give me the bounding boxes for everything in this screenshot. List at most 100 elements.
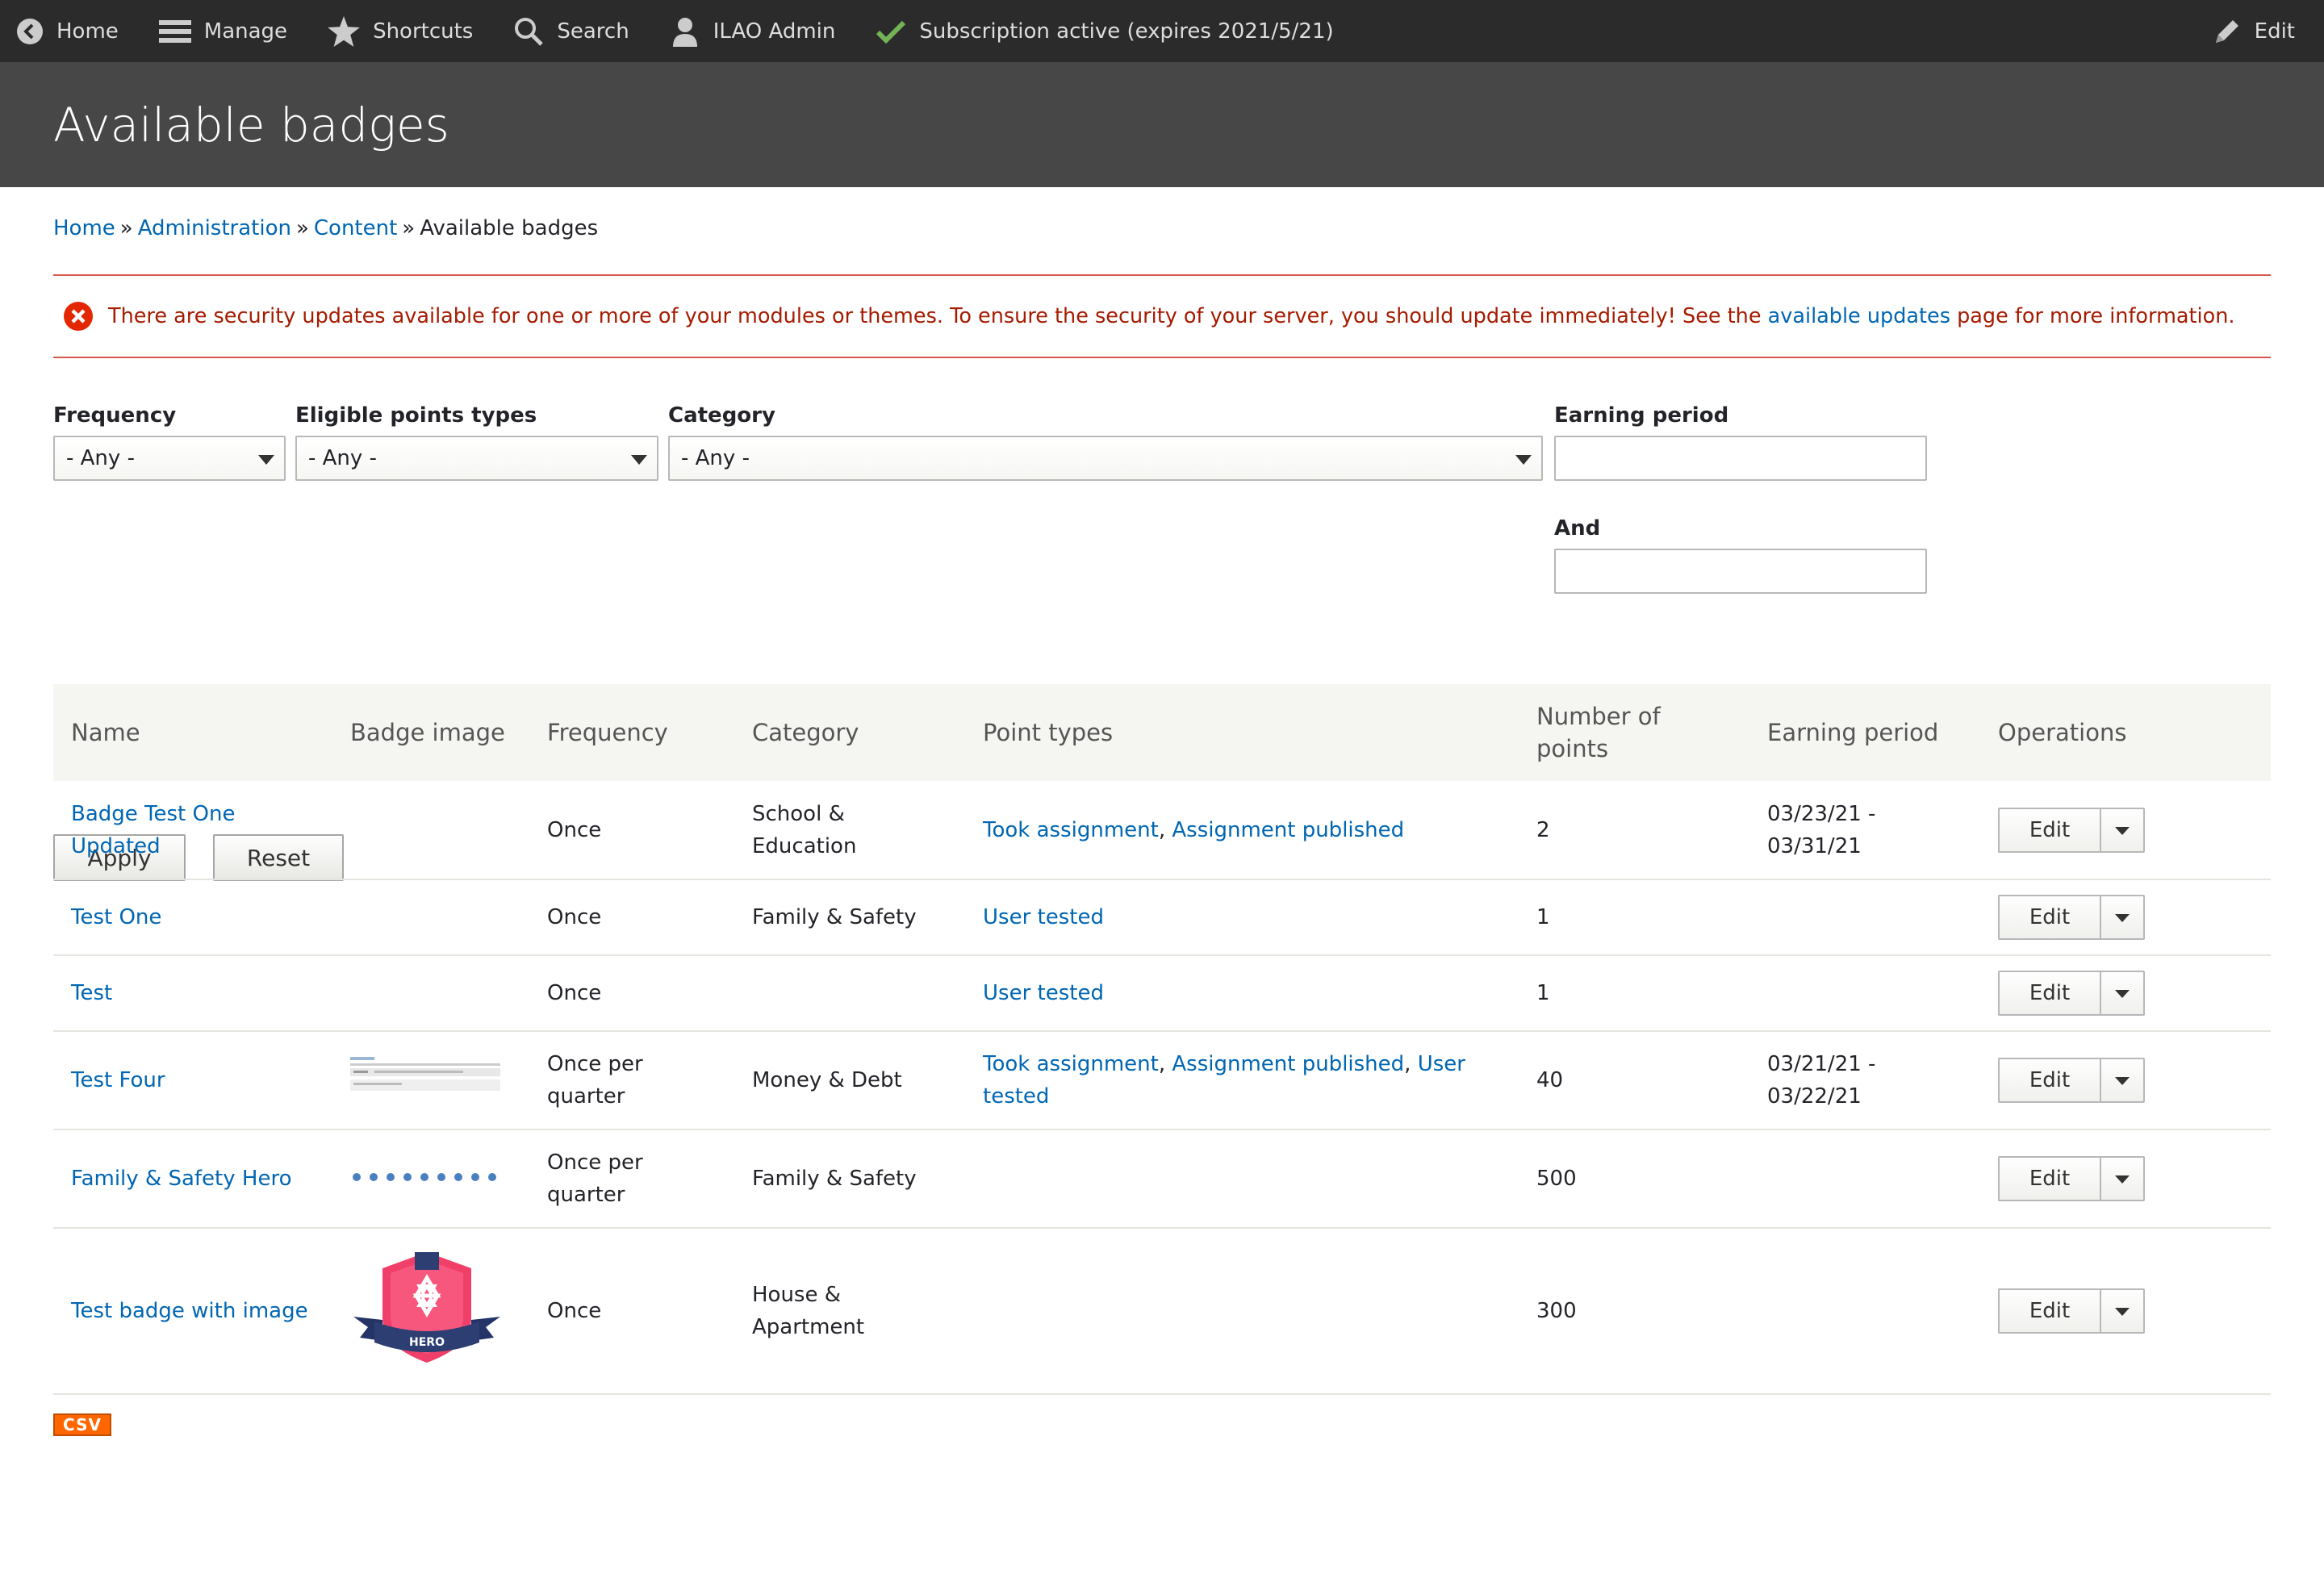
earning-period-end-input[interactable]	[1554, 549, 1927, 594]
edit-button[interactable]: Edit	[1998, 1156, 2100, 1201]
operations-toggle[interactable]	[2100, 971, 2145, 1016]
category-select[interactable]: - Any -	[668, 436, 1543, 481]
csv-export-button[interactable]: CSV	[53, 1413, 111, 1436]
name-cell: Badge Test One Updated	[53, 781, 332, 879]
earning-period-label: Earning period	[1554, 403, 1729, 428]
column-header-frequency[interactable]: Frequency	[529, 684, 734, 781]
badge-name-link[interactable]: Test	[71, 981, 112, 1005]
chevron-down-icon	[2115, 826, 2130, 835]
breadcrumb-home[interactable]: Home	[53, 216, 115, 240]
table-row: Badge Test One Updated Once School & Edu…	[53, 781, 2271, 879]
and-label: And	[1554, 516, 1601, 541]
edit-button[interactable]: Edit	[1998, 971, 2100, 1016]
name-cell: Family & Safety Hero	[53, 1129, 332, 1228]
toolbar-home[interactable]: Home	[16, 18, 119, 45]
toolbar-manage-label: Manage	[203, 19, 288, 44]
earning-period-start-input[interactable]	[1554, 436, 1927, 481]
badge-name-link[interactable]: Badge Test One Updated	[71, 802, 235, 858]
points-cell: 40	[1536, 1068, 1564, 1092]
breadcrumb-separator: »	[119, 216, 133, 240]
breadcrumb-separator: »	[402, 216, 416, 240]
operations-toggle[interactable]	[2100, 1058, 2145, 1103]
table-row: Test Once User tested 1 Edit	[53, 955, 2271, 1031]
badge-name-link[interactable]: Test badge with image	[71, 1299, 308, 1323]
column-header-name[interactable]: Name	[53, 684, 332, 781]
hamburger-icon	[158, 19, 191, 43]
point-type-link[interactable]: Assignment published	[1172, 1052, 1404, 1076]
toolbar-shortcuts-label: Shortcuts	[373, 19, 474, 44]
earning-period-cell	[1749, 1129, 1980, 1228]
operations-dropbutton: Edit	[1998, 807, 2253, 853]
badge-name-link[interactable]: Family & Safety Hero	[71, 1167, 291, 1191]
table-row: Test badge with image HERO Once House & …	[53, 1228, 2271, 1394]
toolbar-shortcuts[interactable]: Shortcuts	[328, 15, 474, 47]
badge-image-cell	[332, 955, 529, 1031]
page-title: Available badges	[53, 97, 449, 152]
toolbar-manage[interactable]: Manage	[158, 18, 288, 45]
toolbar-user[interactable]: ILAO Admin	[670, 16, 835, 47]
badge-image-cell	[332, 1129, 529, 1228]
breadcrumb-current: Available badges	[420, 216, 599, 240]
frequency-select-value: - Any -	[66, 446, 135, 470]
name-cell: Test	[53, 955, 332, 1031]
earning-period-end-filter: And	[1554, 516, 1927, 594]
table-header-row: Name Badge image Frequency Category Poin…	[53, 684, 2271, 781]
chevron-down-icon	[2115, 914, 2130, 922]
edit-button[interactable]: Edit	[1998, 807, 2100, 853]
edit-button[interactable]: Edit	[1998, 895, 2100, 940]
frequency-cell: Once per quarter	[547, 1052, 643, 1109]
point-types-cell: User tested	[965, 879, 1519, 955]
edit-button[interactable]: Edit	[1998, 1288, 2100, 1334]
points-cell: 2	[1536, 817, 1550, 842]
frequency-select[interactable]: - Any -	[53, 436, 286, 481]
point-type-link[interactable]: Assignment published	[1172, 818, 1404, 842]
breadcrumb-content[interactable]: Content	[314, 216, 397, 240]
column-header-point-types: Point types	[983, 719, 1114, 746]
hero-badge-text: HERO	[409, 1336, 445, 1349]
edit-button[interactable]: Edit	[1998, 1058, 2100, 1103]
back-arrow-icon	[17, 18, 43, 44]
points-type-label: Eligible points types	[295, 403, 537, 428]
frequency-cell: Once	[547, 1299, 602, 1323]
operations-toggle[interactable]	[2100, 1156, 2145, 1201]
operations-toggle[interactable]	[2100, 895, 2145, 940]
badge-name-link[interactable]: Test Four	[71, 1068, 165, 1092]
column-header-earning-period[interactable]: Earning period	[1749, 684, 1980, 781]
pencil-icon	[2215, 19, 2238, 43]
chevron-down-icon	[631, 455, 647, 465]
point-type-link[interactable]: Took assignment	[983, 818, 1159, 842]
badge-name-link[interactable]: Test One	[71, 905, 161, 929]
available-updates-link[interactable]: available updates	[1768, 304, 1950, 328]
operations-cell: Edit	[1980, 1031, 2271, 1129]
column-header-badge-image: Badge image	[350, 719, 505, 746]
checkmark-icon	[876, 20, 906, 44]
frequency-cell: Once per quarter	[547, 1150, 643, 1207]
point-types-cell	[965, 1228, 1519, 1394]
name-cell: Test Four	[53, 1031, 332, 1129]
frequency-cell: Once	[547, 817, 602, 842]
error-icon	[64, 302, 93, 331]
point-type-link[interactable]: Took assignment	[983, 1052, 1159, 1076]
category-cell: Family & Safety	[752, 905, 917, 929]
chevron-down-icon	[1515, 455, 1532, 465]
column-header-points[interactable]: Number of points	[1519, 684, 1749, 781]
earning-period-filter: Earning period	[1554, 403, 1927, 481]
admin-toolbar: Home Manage Shortcuts Search ILAO Admin …	[0, 0, 2324, 62]
frequency-cell: Once	[547, 905, 602, 929]
operations-dropbutton: Edit	[1998, 1058, 2253, 1103]
point-type-link[interactable]: User tested	[983, 981, 1104, 1005]
point-type-link[interactable]: User tested	[983, 905, 1104, 929]
toolbar-subscription[interactable]: Subscription active (expires 2021/5/21)	[876, 19, 1334, 44]
column-header-category[interactable]: Category	[734, 684, 965, 781]
toolbar-search-label: Search	[557, 19, 629, 44]
points-type-select[interactable]: - Any -	[295, 436, 658, 481]
operations-toggle[interactable]	[2100, 1288, 2145, 1334]
toolbar-edit[interactable]: Edit	[2213, 17, 2295, 46]
points-cell: 300	[1536, 1299, 1577, 1323]
point-types-cell: Took assignment, Assignment published	[983, 817, 1405, 842]
points-type-filter: Eligible points types - Any -	[295, 403, 658, 481]
operations-dropbutton: Edit	[1998, 1288, 2253, 1334]
toolbar-search[interactable]: Search	[513, 16, 629, 47]
breadcrumb-administration[interactable]: Administration	[138, 216, 291, 240]
operations-toggle[interactable]	[2100, 807, 2145, 853]
